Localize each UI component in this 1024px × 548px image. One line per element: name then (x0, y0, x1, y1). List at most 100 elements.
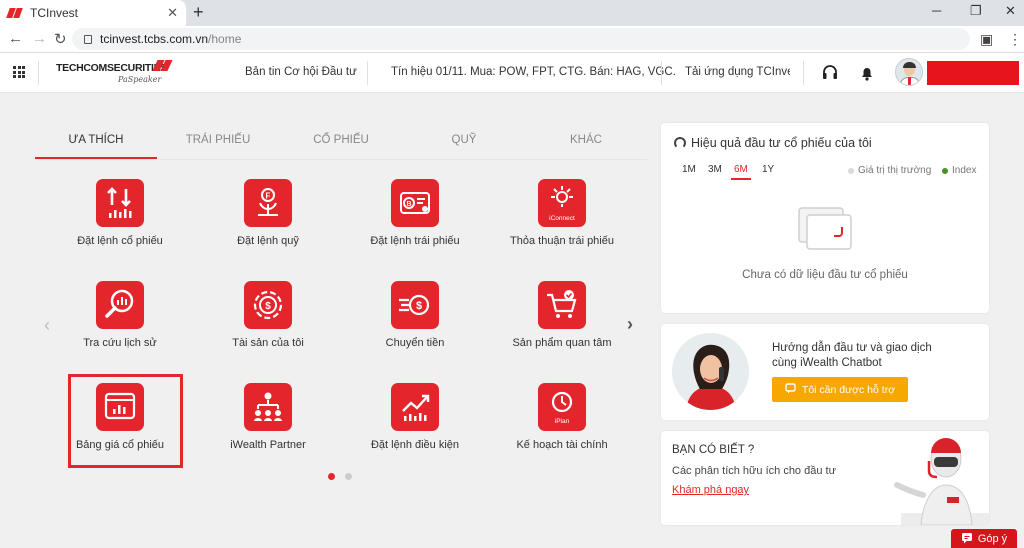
conditional-order-icon (391, 383, 439, 431)
request-support-button[interactable]: Tôi cần được hỗ trợ (772, 377, 908, 402)
chatbot-line-2: cùng iWealth Chatbot (772, 357, 882, 369)
tab-favorites[interactable]: ƯA THÍCH (35, 134, 157, 159)
tile-label: Đặt lệnh quỹ (237, 235, 299, 247)
tile-stock-order[interactable]: Đặt lệnh cổ phiếu (50, 179, 190, 269)
did-you-know-text: Các phân tích hữu ích cho đầu tư (672, 465, 836, 477)
tile-interested-products[interactable]: Sản phẩm quan tâm (492, 281, 632, 371)
tile-financial-plan[interactable]: iPlan Kế hoạch tài chính (492, 383, 632, 473)
tab-funds[interactable]: QUỸ (403, 134, 525, 146)
next-page-arrow-icon[interactable]: › (627, 314, 633, 335)
period-label: 6M (734, 164, 748, 175)
user-avatar[interactable] (895, 58, 923, 86)
period-3m[interactable]: 3M (708, 164, 722, 175)
new-tab-button[interactable]: + (193, 2, 204, 23)
svg-text:$: $ (265, 301, 271, 312)
did-you-know-heading: BẠN CÓ BIẾT ? (672, 444, 755, 456)
legend-label: Giá trị thị trường (858, 165, 932, 176)
forward-arrow-icon[interactable]: → (32, 30, 47, 47)
iplan-icon: iPlan (538, 383, 586, 431)
tile-label: iWealth Partner (230, 439, 306, 451)
tile-conditional-order[interactable]: Đặt lệnh điều kiện (345, 383, 485, 473)
browser-menu-icon[interactable]: ⋮ (1008, 31, 1022, 48)
tab-close-icon[interactable]: ✕ (167, 5, 178, 21)
url-path: /home (208, 32, 242, 46)
did-you-know-card: BẠN CÓ BIẾT ? Các phân tích hữu ích cho … (661, 431, 989, 525)
lock-icon (84, 34, 92, 44)
tile-money-transfer[interactable]: $ Chuyển tiền (345, 281, 485, 371)
tile-my-assets[interactable]: $ Tài sản của tôi (198, 281, 338, 371)
category-tabs: ƯA THÍCH TRÁI PHIẾU CỔ PHIẾU QUỸ KHÁC (35, 134, 647, 160)
prev-page-arrow-icon[interactable]: ‹ (44, 315, 50, 336)
tab-label: KHÁC (570, 134, 602, 146)
robot-assistant-icon (894, 438, 989, 525)
account-name-button[interactable] (927, 61, 1019, 85)
legend-label: Index (952, 165, 977, 176)
tab-label: TRÁI PHIẾU (185, 134, 251, 146)
tile-label: Sản phẩm quan tâm (512, 337, 612, 349)
reload-icon[interactable]: ↻ (54, 30, 67, 48)
fund-order-icon: F (244, 179, 292, 227)
download-app-link[interactable]: Tải ứng dụng TCInvest (685, 66, 790, 78)
bond-order-icon: B (391, 179, 439, 227)
cart-icon (538, 281, 586, 329)
iplan-text: iPlan (555, 418, 570, 425)
tile-iwealth-partner[interactable]: iWealth Partner (198, 383, 338, 473)
tab-bonds[interactable]: TRÁI PHIẾU (157, 134, 279, 146)
header-divider (803, 61, 804, 85)
account-icon[interactable]: ▣ (980, 31, 993, 48)
page-dot-active[interactable] (328, 473, 335, 480)
apps-grid-icon[interactable] (13, 66, 25, 78)
legend-index: Index (942, 165, 976, 176)
tile-label: Kế hoạch tài chính (516, 439, 608, 451)
empty-data-icon (798, 207, 852, 250)
tile-fund-order[interactable]: F Đặt lệnh quỹ (198, 179, 338, 269)
tab-label: QUỸ (451, 134, 477, 146)
restore-icon[interactable]: ❐ (970, 3, 982, 19)
tile-label: Tra cứu lịch sử (83, 337, 157, 349)
signal-ticker[interactable]: Tín hiệu 01/11. Mua: POW, FPT, CTG. Bán:… (391, 66, 676, 78)
tile-history-search[interactable]: Tra cứu lịch sử (50, 281, 190, 371)
bell-icon[interactable] (858, 64, 876, 87)
tile-label: Đặt lệnh điều kiện (370, 439, 460, 451)
explore-now-link[interactable]: Khám phá ngay (672, 484, 749, 496)
active-tab-indicator (35, 157, 157, 159)
feedback-button[interactable]: Góp ý (951, 529, 1017, 548)
period-1y[interactable]: 1Y (762, 164, 774, 175)
url-field[interactable]: tcinvest.tcbs.com.vn /home (72, 28, 970, 50)
tile-label: Thỏa thuận trái phiếu (510, 235, 614, 247)
chatbot-text: Hướng dẫn đầu tư và giao dịch cùng iWeal… (772, 341, 972, 371)
browser-tab[interactable]: TCInvest ✕ (0, 0, 186, 26)
tab-stocks[interactable]: CỔ PHIẾU (280, 134, 402, 146)
legend-dot (942, 167, 948, 174)
empty-state-text: Chưa có dữ liệu đầu tư cổ phiếu (742, 269, 908, 281)
support-agent-photo (672, 333, 749, 410)
headset-icon[interactable] (821, 64, 839, 87)
history-search-icon (96, 281, 144, 329)
logo-wordmark: TECHCOMSECURITIES (56, 62, 167, 74)
browser-tab-title: TCInvest (30, 6, 79, 20)
legend-dot (848, 167, 854, 174)
techcomsecurities-logo[interactable]: TECHCOMSECURITIES PaSpeaker (56, 59, 176, 87)
news-link[interactable]: Bản tin Cơ hội Đầu tư (245, 66, 357, 78)
tab-others[interactable]: KHÁC (525, 134, 647, 146)
header-divider (367, 61, 368, 85)
highlight-frame (68, 374, 183, 468)
iconnect-icon: iConnect (538, 179, 586, 227)
period-1m[interactable]: 1M (682, 164, 696, 175)
window-close-icon[interactable]: ✕ (1005, 3, 1016, 19)
back-arrow-icon[interactable]: ← (8, 30, 23, 47)
request-support-label: Tôi cần được hỗ trợ (801, 383, 896, 396)
tile-bond-agreement[interactable]: iConnect Thỏa thuận trái phiếu (492, 179, 632, 269)
header-divider (38, 61, 39, 85)
svg-text:F: F (266, 192, 271, 201)
minimize-icon[interactable]: ─ (932, 3, 941, 18)
tile-label: Chuyển tiền (385, 337, 445, 349)
page-dot[interactable] (345, 473, 352, 480)
chatbot-line-1: Hướng dẫn đầu tư và giao dịch (772, 342, 932, 354)
tile-bond-order[interactable]: B Đặt lệnh trái phiếu (345, 179, 485, 269)
tile-label: Tài sản của tôi (232, 337, 304, 349)
money-transfer-icon: $ (391, 281, 439, 329)
carousel-pagination (328, 473, 352, 480)
period-6m[interactable]: 6M (731, 164, 751, 180)
tile-label: Đặt lệnh trái phiếu (370, 235, 460, 247)
